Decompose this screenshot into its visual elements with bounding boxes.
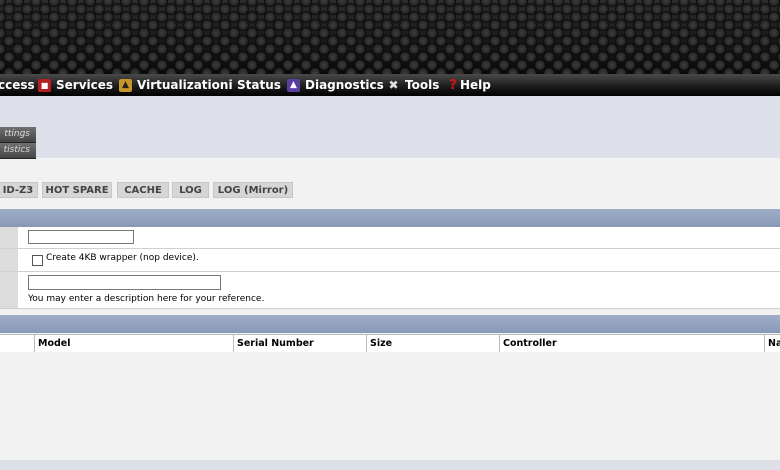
tab-log-mirror[interactable]: LOG (Mirror) (213, 182, 293, 198)
form-row-name (0, 227, 780, 249)
virtualization-icon: ▲ (119, 78, 132, 92)
diagnostics-icon: ▲ (287, 78, 300, 92)
4kb-wrapper-label: Create 4KB wrapper (nop device). (46, 253, 199, 263)
col-name[interactable]: Na (764, 335, 780, 352)
main-menu-bar: ccess ■ Services ▲ Virtualization i Stat… (0, 74, 780, 96)
name-input[interactable] (28, 230, 134, 244)
tab-cache[interactable]: CACHE (117, 182, 169, 198)
description-input[interactable] (28, 275, 221, 290)
menu-status-label: Status (237, 78, 281, 92)
menu-diagnostics-label: Diagnostics (305, 78, 384, 92)
menu-tools-label: Tools (405, 78, 440, 92)
col-controller[interactable]: Controller (499, 335, 764, 352)
form-label-4kb (0, 249, 18, 271)
footer-strip (0, 460, 780, 470)
help-icon: ? (449, 77, 457, 93)
tab-log[interactable]: LOG (172, 182, 209, 198)
menu-tools[interactable]: ✖ Tools (387, 74, 439, 96)
col-select[interactable] (0, 335, 34, 352)
subnav-area (0, 96, 780, 158)
description-hint: You may enter a description here for you… (28, 294, 265, 304)
subtab-statistics[interactable]: tistics (0, 143, 36, 159)
disks-table-body (0, 352, 780, 460)
menu-access-label: ccess (0, 78, 35, 92)
menu-virtualization[interactable]: ▲ Virtualization (119, 74, 228, 96)
menu-status[interactable]: i Status (228, 74, 281, 96)
menu-services-label: Services (56, 78, 114, 92)
header-banner (0, 0, 780, 74)
col-serial-number[interactable]: Serial Number (233, 335, 366, 352)
form-label-name (0, 227, 18, 248)
menu-help[interactable]: ? Help (449, 74, 491, 96)
col-size[interactable]: Size (366, 335, 499, 352)
form-label-description (0, 272, 18, 308)
status-icon: i (228, 77, 233, 92)
subtab-settings[interactable]: ttings (0, 127, 36, 143)
tab-raid-z3[interactable]: ID-Z3 (0, 182, 38, 198)
tools-icon: ✖ (388, 77, 399, 92)
menu-virtualization-label: Virtualization (137, 78, 229, 92)
menu-access[interactable]: ccess (0, 74, 35, 96)
form-row-4kb: Create 4KB wrapper (nop device). (0, 249, 780, 272)
menu-services[interactable]: ■ Services (38, 74, 113, 96)
form-row-description: You may enter a description here for you… (0, 272, 780, 309)
disks-table-header: Model Serial Number Size Controller Na (0, 334, 780, 353)
section-header-bar (0, 209, 780, 227)
services-icon: ■ (38, 78, 51, 92)
col-model[interactable]: Model (34, 335, 233, 352)
tab-hot-spare[interactable]: HOT SPARE (42, 182, 112, 198)
disks-section-bar (0, 315, 780, 333)
menu-diagnostics[interactable]: ▲ Diagnostics (287, 74, 384, 96)
4kb-wrapper-checkbox[interactable] (32, 255, 43, 266)
menu-help-label: Help (460, 78, 491, 92)
